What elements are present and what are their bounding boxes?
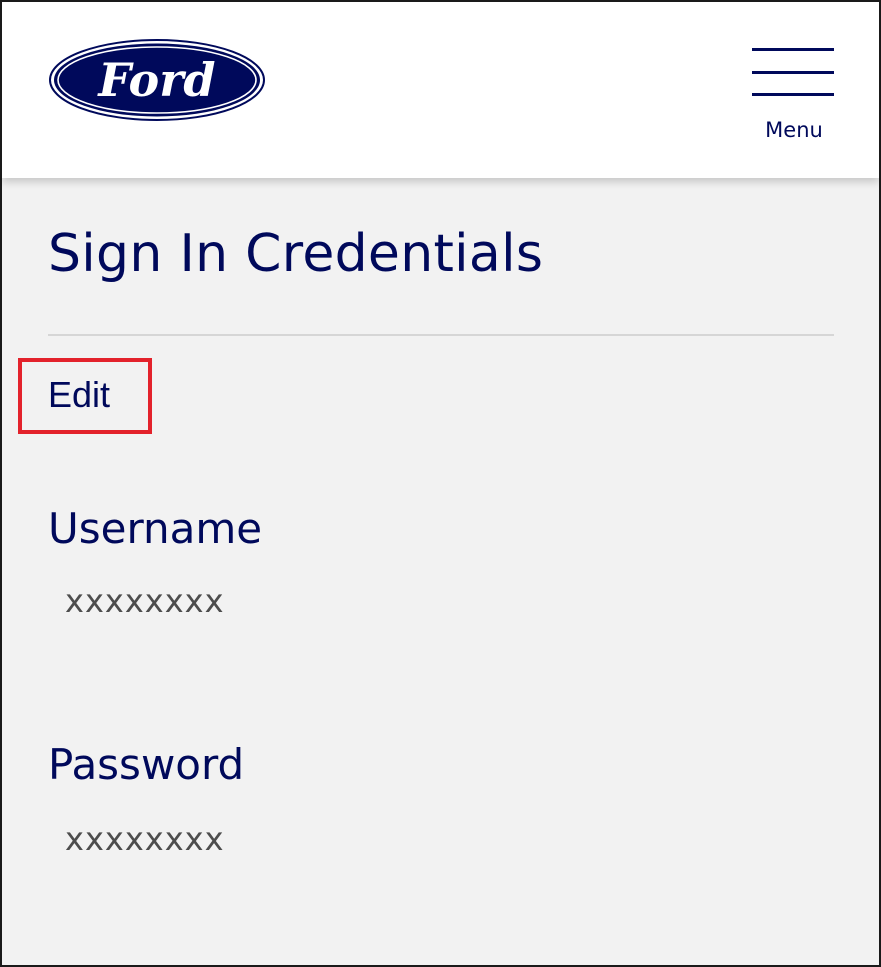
menu-button[interactable]: Menu [752,46,836,146]
password-label: Password [48,740,245,789]
app-frame: Ford Menu Sign In Credentials Edit Usern… [0,0,881,967]
ford-oval-logo-icon: Ford [49,39,265,121]
ford-logo[interactable]: Ford [48,38,266,122]
page-title: Sign In Credentials [48,224,544,284]
menu-label: Menu [765,118,823,142]
username-label: Username [48,504,263,553]
password-value: xxxxxxxx [65,820,225,858]
section-divider [48,334,834,336]
username-value: xxxxxxxx [65,582,225,620]
hamburger-menu-icon-line [752,93,834,96]
logo-wordmark: Ford [96,53,215,107]
hamburger-menu-icon [752,48,834,51]
edit-link[interactable]: Edit [48,374,110,416]
site-header: Ford Menu [2,2,879,178]
hamburger-menu-icon-line [752,71,834,74]
main-content: Sign In Credentials Edit Username xxxxxx… [2,178,879,965]
